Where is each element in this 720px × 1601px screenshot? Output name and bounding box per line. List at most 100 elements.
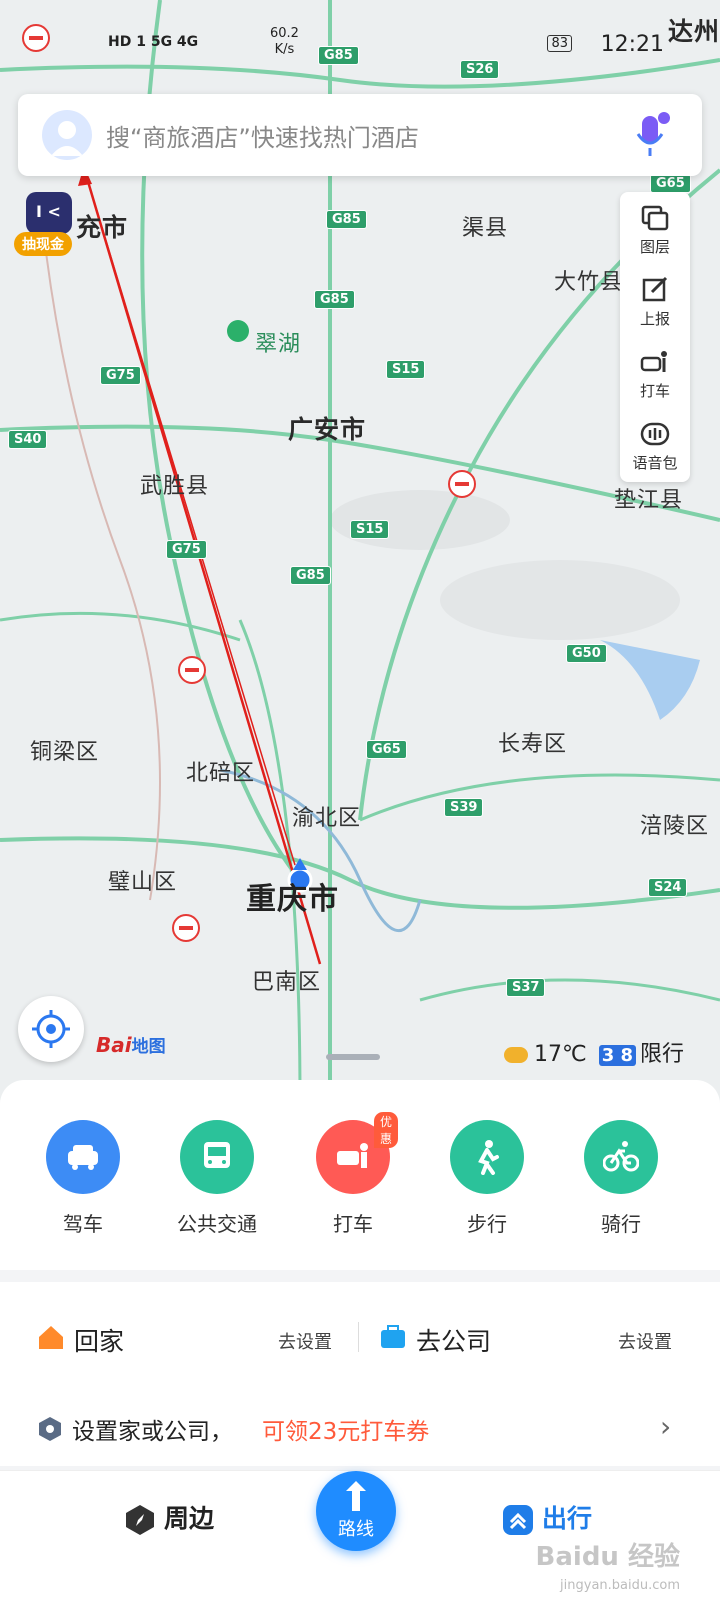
walk-icon [450,1120,524,1194]
car-icon [46,1120,120,1194]
mode-taxi-button[interactable]: 优惠 打车 [298,1112,408,1237]
mode-bike-label: 骑行 [601,1212,641,1236]
mode-transit-label: 公共交通 [177,1212,257,1236]
highway-shield: S15 [386,360,426,379]
home-set-button[interactable]: 去设置 [278,1328,332,1354]
battery-level: 83 [547,35,572,52]
compass-icon [126,1505,154,1535]
map-label-changshou[interactable]: 长寿区 [498,726,567,758]
bike-icon [584,1120,658,1194]
mode-walk-button[interactable]: 步行 [432,1120,542,1237]
mode-transit-button[interactable]: 公共交通 [162,1120,272,1237]
mode-drive-button[interactable]: 驾车 [28,1120,138,1237]
map-label-bishan[interactable]: 璧山区 [108,864,177,896]
locate-me-button[interactable] [18,996,84,1062]
mode-drive-label: 驾车 [63,1212,103,1236]
route-button[interactable]: 路线 [316,1471,396,1551]
divider [358,1322,359,1352]
map-label-tongliang[interactable]: 铜梁区 [30,734,99,766]
restriction-label: 限行 [640,1042,685,1067]
map-label-dazhu[interactable]: 大竹县 [554,264,623,296]
layers-label: 图层 [639,238,670,256]
tab-nearby-label: 周边 [164,1504,215,1533]
prompt-text: 设置家或公司， [72,1419,233,1445]
hexagon-icon [39,1417,61,1441]
highway-shield: G75 [166,540,207,559]
highway-shield: S37 [506,978,546,997]
clock: 12:21 [600,32,664,57]
highway-shield: G65 [650,174,691,193]
layers-button[interactable]: 图层 [620,204,690,257]
set-home-work-prompt[interactable]: 设置家或公司， 可领23元打车券 › [0,1410,720,1450]
status-bar: HD 1 5G 4G 60.2 K/s 83 12:21 [0,24,720,64]
report-edit-icon [642,276,668,302]
mascot-promo-icon[interactable] [26,192,72,234]
baidu-map-logo: Bai地图 [96,1033,166,1057]
highway-shield: S24 [648,878,688,897]
tab-nearby[interactable]: 周边 [124,1499,214,1536]
taxi-icon: 优惠 [316,1112,399,1194]
route-label: 路线 [338,1519,374,1540]
report-label: 上报 [639,310,670,328]
briefcase-icon [381,1325,405,1348]
map-label-cuihu[interactable]: 翠湖 [255,326,301,358]
map-label-qu-county[interactable]: 渠县 [462,210,508,242]
route-arrow-icon [346,1481,366,1511]
work-label[interactable]: 去公司 [416,1322,491,1358]
weather-widget[interactable]: 17℃ 3 8 限行 [504,1036,684,1068]
bus-icon [180,1120,254,1194]
coupon-text: 可领23元打车券 [262,1419,430,1445]
search-bar[interactable]: 搜“商旅酒店”快速找热门酒店 [18,94,702,176]
highway-shield: G85 [314,290,355,309]
network-indicators: HD 1 5G 4G [108,34,199,50]
traffic-control-icon[interactable] [178,656,206,684]
taxi-tool-label: 打车 [639,382,670,400]
watermark: Baidu 经验 [535,1542,680,1572]
map-label-wusheng[interactable]: 武胜县 [140,468,209,500]
mode-bike-button[interactable]: 骑行 [566,1120,676,1237]
traffic-control-icon[interactable] [448,470,476,498]
avatar[interactable] [42,110,92,160]
mode-taxi-label: 打车 [333,1212,373,1236]
highway-shield: G65 [366,740,407,759]
map-label-guangan[interactable]: 广安市 [288,410,366,446]
travel-icon [503,1505,533,1535]
report-button[interactable]: 上报 [620,276,690,329]
map-label-dianjiang[interactable]: 垫江县 [614,482,683,514]
highway-shield: G85 [290,566,331,585]
search-input[interactable]: 搜“商旅酒店”快速找热门酒店 [106,118,419,153]
highway-shield: S40 [8,430,48,449]
highway-shield: G75 [100,366,141,385]
home-work-card: 回家 去设置 去公司 去设置 设置家或公司， 可领23元打车券 › [0,1282,720,1466]
locate-icon [32,1010,70,1048]
temperature: 17℃ [534,1042,587,1067]
voice-pack-label: 语音包 [632,454,678,472]
chevron-right-icon: › [660,1410,672,1443]
cloud-sun-icon [504,1047,528,1063]
cash-draw-badge[interactable]: 抽现金 [14,232,72,256]
highway-shield: G50 [566,644,607,663]
discount-badge: 优惠 [374,1112,399,1148]
bottom-tab-bar: 周边 路线 出行 Baidu 经验 jingyan.baidu.com [0,1470,720,1601]
map-label-chongqing[interactable]: 重庆市 [246,874,339,918]
tab-travel[interactable]: 出行 [502,1499,592,1536]
microphone-icon[interactable] [636,112,670,160]
voice-pack-button[interactable]: 语音包 [620,420,690,473]
work-set-button[interactable]: 去设置 [618,1328,672,1354]
layers-icon [641,205,669,231]
home-label[interactable]: 回家 [74,1322,124,1358]
highway-shield: S39 [444,798,484,817]
map-label-fuling[interactable]: 涪陵区 [640,808,709,840]
traffic-control-icon[interactable] [172,914,200,942]
drag-handle[interactable] [326,1054,380,1060]
restriction-numbers: 3 8 [598,1045,637,1066]
taxi-tool-button[interactable]: 打车 [620,348,690,401]
map-label-banan[interactable]: 巴南区 [252,964,321,996]
watermark-url: jingyan.baidu.com [560,1578,680,1593]
map-label-beibei[interactable]: 北碚区 [186,755,255,787]
mode-walk-label: 步行 [467,1212,507,1236]
transport-mode-panel: 驾车 公共交通 优惠 打车 步行 骑行 [0,1080,720,1270]
map-label-yubei[interactable]: 渝北区 [292,800,361,832]
map-label-nanchong[interactable]: 充市 [76,208,128,244]
highway-shield: G85 [326,210,367,229]
